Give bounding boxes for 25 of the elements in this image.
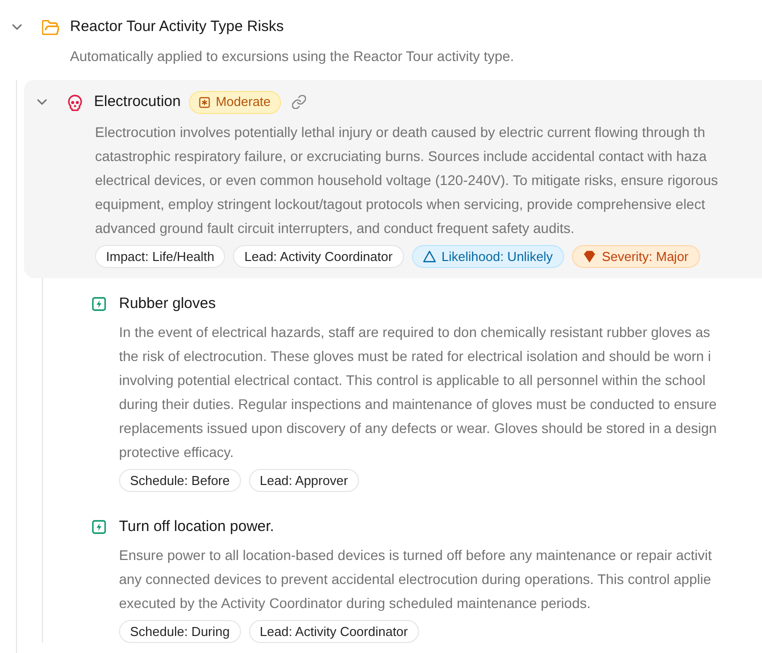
control-title: Rubber gloves	[119, 294, 216, 314]
tag-text: Schedule: Before	[130, 472, 230, 488]
lightning-square-icon	[92, 297, 106, 311]
tag-text: Lead: Activity Coordinator	[244, 248, 393, 264]
group-title: Reactor Tour Activity Type Risks	[70, 17, 284, 37]
gem-icon	[582, 250, 596, 263]
tag-text: Likelihood: Unlikely	[442, 248, 553, 264]
group-subtitle: Automatically applied to excursions using the Reactor Tour activity type.	[70, 47, 516, 66]
folder-icon	[42, 20, 59, 34]
control-description: In the event of electrical hazards, staff are required to don chemically resistant rubber gloves as the risk of electrocution. These gloves must be rated for electrical isolation and should be worn i involving potential electrical contact. This control is applicable to all personnel within the school during their duties. Regular inspections and maintenance of gloves must be conducted to ensure replacements issued upon discovery of any defects or wear. Gloves should be stored in a design protective efficacy.	[119, 323, 718, 462]
triangle-icon	[422, 250, 436, 263]
tag-text: Lead: Activity Coordinator	[260, 624, 408, 640]
tag-text: Impact: Life/Health	[106, 248, 214, 264]
risk-description: Electrocution involves potentially lethal injury or death caused by electric current flowing through th catastrophic respiratory failure, or excruciating burns. Sources include accidental contact with haza electrical devices, or even common household voltage (120-240V). To mitigate risks, ensure rigorous equipment, employ stringent lockout/tagout protocols when servicing, provide comprehensive elect advanced ground fault circuit interrupters, and conduct frequent safety audits.	[95, 123, 720, 238]
tag-text: Severity: Major	[602, 248, 689, 264]
skull-icon	[67, 94, 83, 110]
tag-text: Schedule: During	[130, 624, 230, 640]
risk-title: Electrocution	[94, 92, 181, 112]
control-description: Ensure power to all location-based devices is turned off before any maintenance or repair activit any connected devices to prevent accidental electrocution during operations. This control applie executed by the Activity Coordinator during scheduled maintenance periods.	[119, 546, 713, 613]
link-icon[interactable]	[292, 95, 306, 109]
asterisk-square-icon	[198, 96, 210, 108]
lightning-square-icon	[92, 520, 106, 534]
control-title: Turn off location power.	[119, 517, 274, 537]
rating-text: Moderate	[216, 93, 271, 112]
tag-text: Lead: Approver	[260, 472, 348, 488]
